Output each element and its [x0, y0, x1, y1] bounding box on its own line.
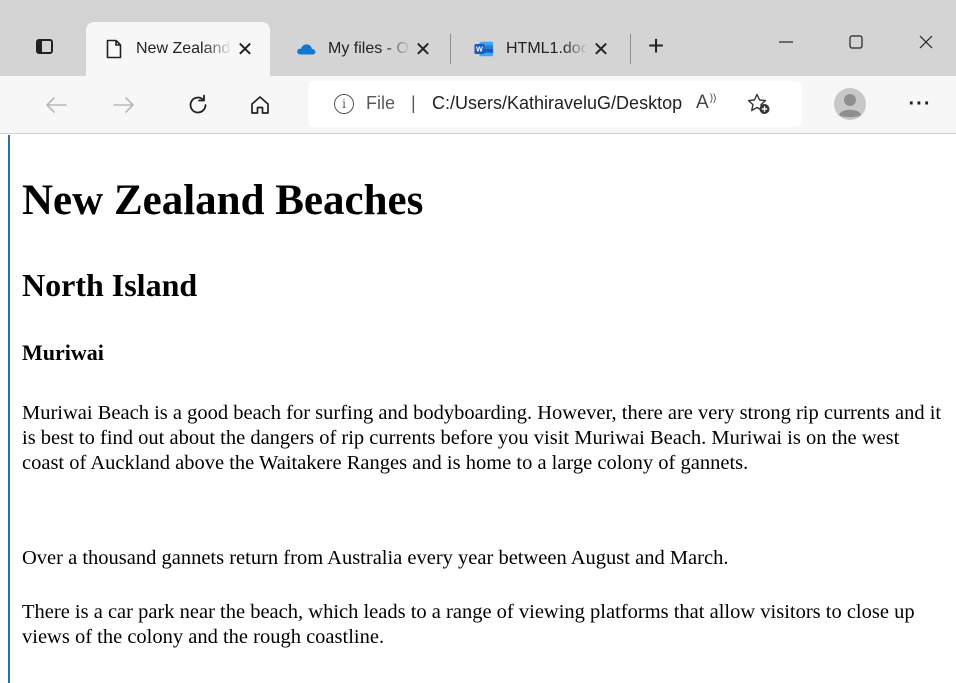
window-edge: [8, 135, 10, 683]
star-add-icon: [747, 93, 770, 114]
settings-more-button[interactable]: ···: [904, 88, 936, 120]
address-bar[interactable]: i File | C:/Users/KathiraveluG/Desktop/N…: [308, 81, 802, 127]
tab-separator: [630, 34, 631, 64]
subsection-heading: Muriwai: [22, 340, 104, 365]
tab-title: HTML1.docx: [506, 40, 588, 57]
new-tab-button[interactable]: +: [640, 30, 672, 62]
page-content: New Zealand Beaches North Island Muriwai…: [0, 135, 956, 683]
tab-my-files[interactable]: My files - OneDrive ✕: [278, 22, 448, 76]
maximize-button[interactable]: [826, 24, 886, 60]
svg-text:W: W: [476, 45, 483, 54]
read-aloud-button[interactable]: A)): [696, 92, 716, 114]
profile-button[interactable]: [832, 86, 868, 122]
minimize-icon: [779, 41, 793, 43]
url-text[interactable]: C:/Users/KathiraveluG/Desktop/New Zealan…: [432, 93, 682, 114]
tab-html1-docx[interactable]: W HTML1.docx ✕: [456, 22, 626, 76]
read-aloud-mark: )): [709, 92, 717, 104]
word-icon: W: [474, 39, 494, 59]
home-button[interactable]: [240, 85, 280, 125]
home-icon: [251, 96, 269, 114]
tab-strip: New Zealand Beaches ✕ My files - OneDriv…: [0, 0, 956, 76]
tab-close-button[interactable]: ✕: [588, 36, 614, 62]
tab-close-button[interactable]: ✕: [410, 36, 436, 62]
refresh-button[interactable]: [178, 85, 218, 125]
section-heading: North Island: [22, 267, 198, 303]
tab-actions-icon: [35, 38, 53, 54]
browser-toolbar: i File | C:/Users/KathiraveluG/Desktop/N…: [0, 76, 956, 134]
url-divider: |: [411, 93, 416, 113]
minimize-button[interactable]: [756, 24, 816, 60]
refresh-icon: [189, 94, 207, 114]
tab-separator: [450, 34, 451, 64]
paragraph: There is a car park near the beach, whic…: [22, 601, 915, 648]
site-info-icon[interactable]: i: [334, 94, 354, 114]
url-scheme-label: File: [366, 93, 396, 113]
back-arrow-icon: [46, 97, 67, 113]
back-button[interactable]: [36, 85, 76, 125]
tab-close-button[interactable]: ✕: [232, 36, 258, 62]
maximize-icon: [849, 35, 863, 49]
add-favorite-button[interactable]: [744, 89, 774, 119]
tab-title: New Zealand Beaches: [136, 40, 232, 57]
forward-button[interactable]: [104, 85, 144, 125]
tab-new-zealand-beaches[interactable]: New Zealand Beaches ✕: [86, 22, 270, 76]
paragraph: Muriwai Beach is a good beach for surfin…: [22, 402, 942, 474]
forward-arrow-icon: [113, 97, 134, 113]
read-aloud-icon: A: [696, 92, 709, 113]
onedrive-cloud-icon: [296, 39, 316, 59]
close-window-button[interactable]: [896, 24, 956, 60]
avatar-icon: [834, 88, 866, 120]
tab-title: My files - OneDrive: [328, 40, 410, 57]
page-heading: New Zealand Beaches: [22, 177, 424, 224]
close-icon: [919, 35, 933, 49]
tab-actions-button[interactable]: [26, 28, 62, 64]
paragraph: Over a thousand gannets return from Aust…: [22, 547, 729, 569]
page-icon: [104, 39, 124, 59]
